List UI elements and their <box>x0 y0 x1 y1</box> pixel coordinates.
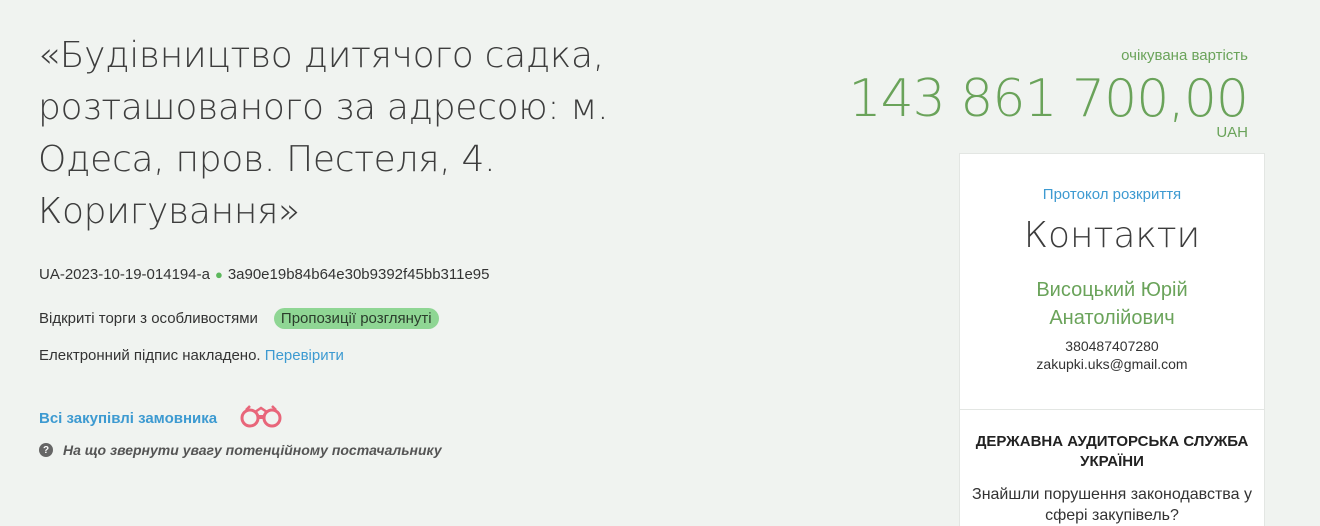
verify-signature-link[interactable]: Перевірити <box>265 347 344 364</box>
buyer-tenders-link[interactable]: Всі закупівлі замовника <box>39 410 217 427</box>
procedure-row: Відкриті торги з особливостями Пропозиці… <box>39 308 439 329</box>
contacts-heading: Контакти <box>1023 215 1201 256</box>
tender-id-row: UA-2023-10-19-014194-a ● 3a90e19b84b64e30b… <box>39 266 489 283</box>
tender-title: «Будівництво дитячого садка, розташовано… <box>38 35 609 232</box>
opening-protocol-link[interactable]: Протокол розкриття <box>960 186 1264 203</box>
contact-phone: 380487407280 <box>1065 338 1159 354</box>
procedure-type: Відкриті торги з особливостями <box>39 310 258 327</box>
audit-service-title: ДЕРЖАВНА АУДИТОРСЬКА СЛУЖБА УКРАЇНИ <box>975 433 1249 470</box>
signature-text: Електронний підпис накладено. <box>39 347 261 364</box>
currency-label: UAH <box>1216 124 1248 141</box>
expected-value-label: очікувана вартість <box>1121 47 1248 64</box>
audit-service-text: Знайшли порушення законодавства у сфері … <box>972 486 1252 524</box>
tender-page: «Будівництво дитячого садка, розташовано… <box>0 0 1320 526</box>
signature-row: Електронний підпис накладено. Перевірити <box>39 347 344 364</box>
question-icon: ? <box>39 443 53 457</box>
tender-id: UA-2023-10-19-014194-a <box>39 266 210 283</box>
expected-value-amount: 143 861 700,00 <box>848 69 1249 129</box>
binoculars-icon[interactable] <box>237 402 285 434</box>
contact-email: zakupki.uks@gmail.com <box>1036 356 1188 372</box>
supplier-hint-text[interactable]: На що звернути увагу потенційному постач… <box>63 442 442 458</box>
contact-person: Висоцький Юрій Анатолійович <box>1036 279 1188 329</box>
tender-hash: 3a90e19b84b64e30b9392f45bb311e95 <box>227 266 490 283</box>
supplier-hint-row[interactable]: ? На що звернути увагу потенційному пост… <box>39 442 442 458</box>
status-dot-icon: ● <box>214 267 223 282</box>
contacts-card: Протокол розкриття Контакти Висоцький Юр… <box>959 153 1265 413</box>
audit-service-card: ДЕРЖАВНА АУДИТОРСЬКА СЛУЖБА УКРАЇНИ Знай… <box>959 409 1265 526</box>
buyer-tenders-row: Всі закупівлі замовника <box>39 402 285 434</box>
status-badge: Пропозиції розглянуті <box>273 308 439 329</box>
